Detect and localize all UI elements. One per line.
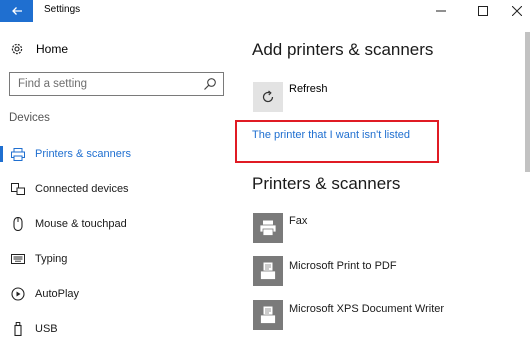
printer-label[interactable]: Fax	[289, 215, 307, 227]
sidebar-item-usb[interactable]: USB	[0, 316, 232, 342]
sidebar-item-printers-scanners[interactable]: Printers & scanners	[0, 141, 232, 167]
sidebar-item-autoplay[interactable]: AutoPlay	[0, 281, 232, 307]
sidebar-item-label: Connected devices	[35, 183, 129, 195]
maximize-button[interactable]	[466, 0, 500, 22]
printer-document-icon	[260, 306, 276, 324]
sidebar-item-mouse-touchpad[interactable]: Mouse & touchpad	[0, 211, 232, 237]
minimize-button[interactable]	[424, 0, 458, 22]
close-button[interactable]	[500, 0, 532, 22]
fax-icon	[259, 220, 277, 236]
sidebar-item-connected-devices[interactable]: Connected devices	[0, 176, 232, 202]
search-input[interactable]	[18, 76, 198, 92]
gear-icon	[11, 43, 23, 55]
printers-list-heading: Printers & scanners	[252, 174, 401, 193]
printer-tile-fax[interactable]	[253, 213, 283, 243]
printer-label[interactable]: Microsoft Print to PDF	[289, 260, 397, 272]
main-content: Add printers & scanners Refresh The prin…	[232, 22, 532, 343]
section-heading: Devices	[9, 112, 50, 124]
sidebar-item-label: USB	[35, 323, 58, 335]
sidebar: Home Devices Printers & scanners Connect…	[0, 22, 232, 343]
scrollbar-thumb[interactable]	[525, 32, 530, 172]
sidebar-item-label: Typing	[35, 253, 68, 265]
window-title: Settings	[44, 4, 81, 15]
home-label: Home	[36, 42, 69, 56]
autoplay-icon	[11, 287, 25, 301]
printer-label[interactable]: Microsoft XPS Document Writer	[289, 303, 444, 315]
sidebar-item-label: AutoPlay	[35, 288, 80, 300]
refresh-button[interactable]	[253, 82, 283, 112]
search-icon	[204, 78, 216, 90]
minimize-icon	[436, 10, 446, 12]
scrollbar[interactable]	[523, 22, 532, 343]
back-arrow-icon	[11, 7, 22, 15]
close-icon	[512, 6, 522, 16]
sidebar-item-typing[interactable]: Typing	[0, 246, 232, 272]
sidebar-home[interactable]: Home	[10, 40, 68, 58]
mouse-icon	[11, 217, 25, 231]
refresh-label[interactable]: Refresh	[289, 83, 328, 95]
sidebar-item-label: Printers & scanners	[35, 148, 131, 160]
search-box[interactable]	[9, 72, 224, 96]
title-bar: Settings	[0, 0, 532, 22]
refresh-icon	[262, 90, 274, 103]
printer-tile-microsoft-print-to-pdf[interactable]	[253, 256, 283, 286]
back-button[interactable]	[0, 0, 33, 22]
sidebar-item-label: Mouse & touchpad	[35, 218, 127, 230]
connected-devices-icon	[11, 182, 25, 196]
printer-tile-microsoft-xps-document-writer[interactable]	[253, 300, 283, 330]
maximize-icon	[478, 6, 488, 16]
highlight-box	[235, 120, 439, 163]
add-printers-heading: Add printers & scanners	[252, 40, 434, 59]
keyboard-icon	[11, 252, 25, 266]
usb-icon	[11, 322, 25, 336]
printer-document-icon	[260, 262, 276, 280]
printer-icon	[11, 147, 25, 161]
printer-not-listed-link[interactable]: The printer that I want isn't listed	[252, 129, 410, 141]
